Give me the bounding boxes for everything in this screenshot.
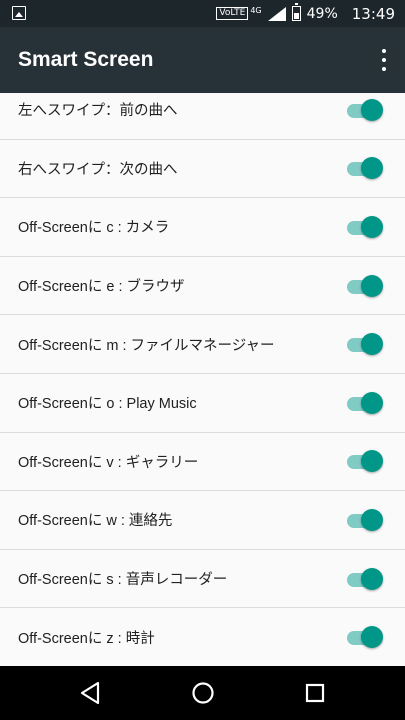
settings-list[interactable]: 左へスワイプ：前の曲へ 右へスワイプ：次の曲へ Off-Screenに c : カメ… xyxy=(0,93,405,666)
setting-row[interactable]: Off-Screenに z : 時計 xyxy=(0,608,405,666)
image-notification-icon xyxy=(12,6,26,20)
setting-row[interactable]: Off-Screenに e : ブラウザ xyxy=(0,256,405,316)
toggle-switch[interactable] xyxy=(345,567,383,591)
setting-label: Off-Screenに z : 時計 xyxy=(18,630,155,647)
navigation-bar xyxy=(0,666,405,720)
battery-percent: 49% xyxy=(306,5,338,22)
setting-row[interactable]: Off-Screenに c : カメラ xyxy=(0,198,405,257)
switch-thumb xyxy=(361,450,383,473)
switch-thumb xyxy=(361,215,383,238)
toggle-switch[interactable] xyxy=(345,449,383,473)
setting-label: Off-Screenに w : 連絡先 xyxy=(18,513,173,530)
switch-thumb xyxy=(361,626,383,649)
toggle-switch[interactable] xyxy=(345,508,383,532)
switch-thumb xyxy=(361,333,383,356)
switch-thumb xyxy=(361,98,383,121)
toggle-switch[interactable] xyxy=(345,274,383,298)
setting-label: Off-Screenに e : ブラウザ xyxy=(18,279,185,296)
network-type: 4G xyxy=(250,6,262,15)
setting-label: Off-Screenに c : カメラ xyxy=(18,220,170,237)
app-bar: Smart Screen xyxy=(0,27,405,93)
setting-row[interactable]: Off-Screenに m : ファイルマネージャー xyxy=(0,315,405,374)
setting-label: Off-Screenに m : ファイルマネージャー xyxy=(18,337,275,354)
switch-thumb xyxy=(361,391,383,414)
clock: 13:49 xyxy=(351,4,395,23)
setting-label: Off-Screenに s : 音声レコーダー xyxy=(18,572,228,589)
setting-row[interactable]: 左へスワイプ：前の曲へ xyxy=(0,93,405,140)
toggle-switch[interactable] xyxy=(345,391,383,415)
status-bar: VoLTE 4G 49% 13:49 xyxy=(0,0,405,27)
status-icons: VoLTE 4G 49% 13:49 xyxy=(216,0,395,27)
toggle-switch[interactable] xyxy=(345,332,383,356)
toggle-switch[interactable] xyxy=(345,625,383,649)
setting-row[interactable]: Off-Screenに w : 連絡先 xyxy=(0,491,405,550)
signal-icon xyxy=(267,6,286,21)
setting-label: 右へスワイプ：次の曲へ xyxy=(18,161,178,178)
setting-row[interactable]: Off-Screenに v : ギャラリー xyxy=(0,432,405,492)
setting-label: Off-Screenに o : Play Music xyxy=(18,396,197,413)
overflow-menu-icon[interactable] xyxy=(377,47,391,73)
toggle-switch[interactable] xyxy=(345,98,383,122)
toggle-switch[interactable] xyxy=(345,215,383,239)
setting-row[interactable]: Off-Screenに o : Play Music xyxy=(0,373,405,433)
recent-apps-icon[interactable] xyxy=(302,680,328,706)
switch-thumb xyxy=(361,508,383,531)
setting-label: Off-Screenに v : ギャラリー xyxy=(18,454,199,471)
switch-thumb xyxy=(361,567,383,590)
switch-thumb xyxy=(361,274,383,297)
toggle-switch[interactable] xyxy=(345,156,383,180)
setting-label: 左へスワイプ：前の曲へ xyxy=(18,103,178,120)
setting-row[interactable]: Off-Screenに s : 音声レコーダー xyxy=(0,549,405,609)
back-icon[interactable] xyxy=(78,680,104,706)
switch-thumb xyxy=(361,157,383,180)
volte-badge: VoLTE xyxy=(216,7,249,20)
setting-row[interactable]: 右へスワイプ：次の曲へ xyxy=(0,139,405,199)
battery-icon xyxy=(291,3,301,21)
page-title: Smart Screen xyxy=(18,48,154,71)
home-icon[interactable] xyxy=(190,680,216,706)
